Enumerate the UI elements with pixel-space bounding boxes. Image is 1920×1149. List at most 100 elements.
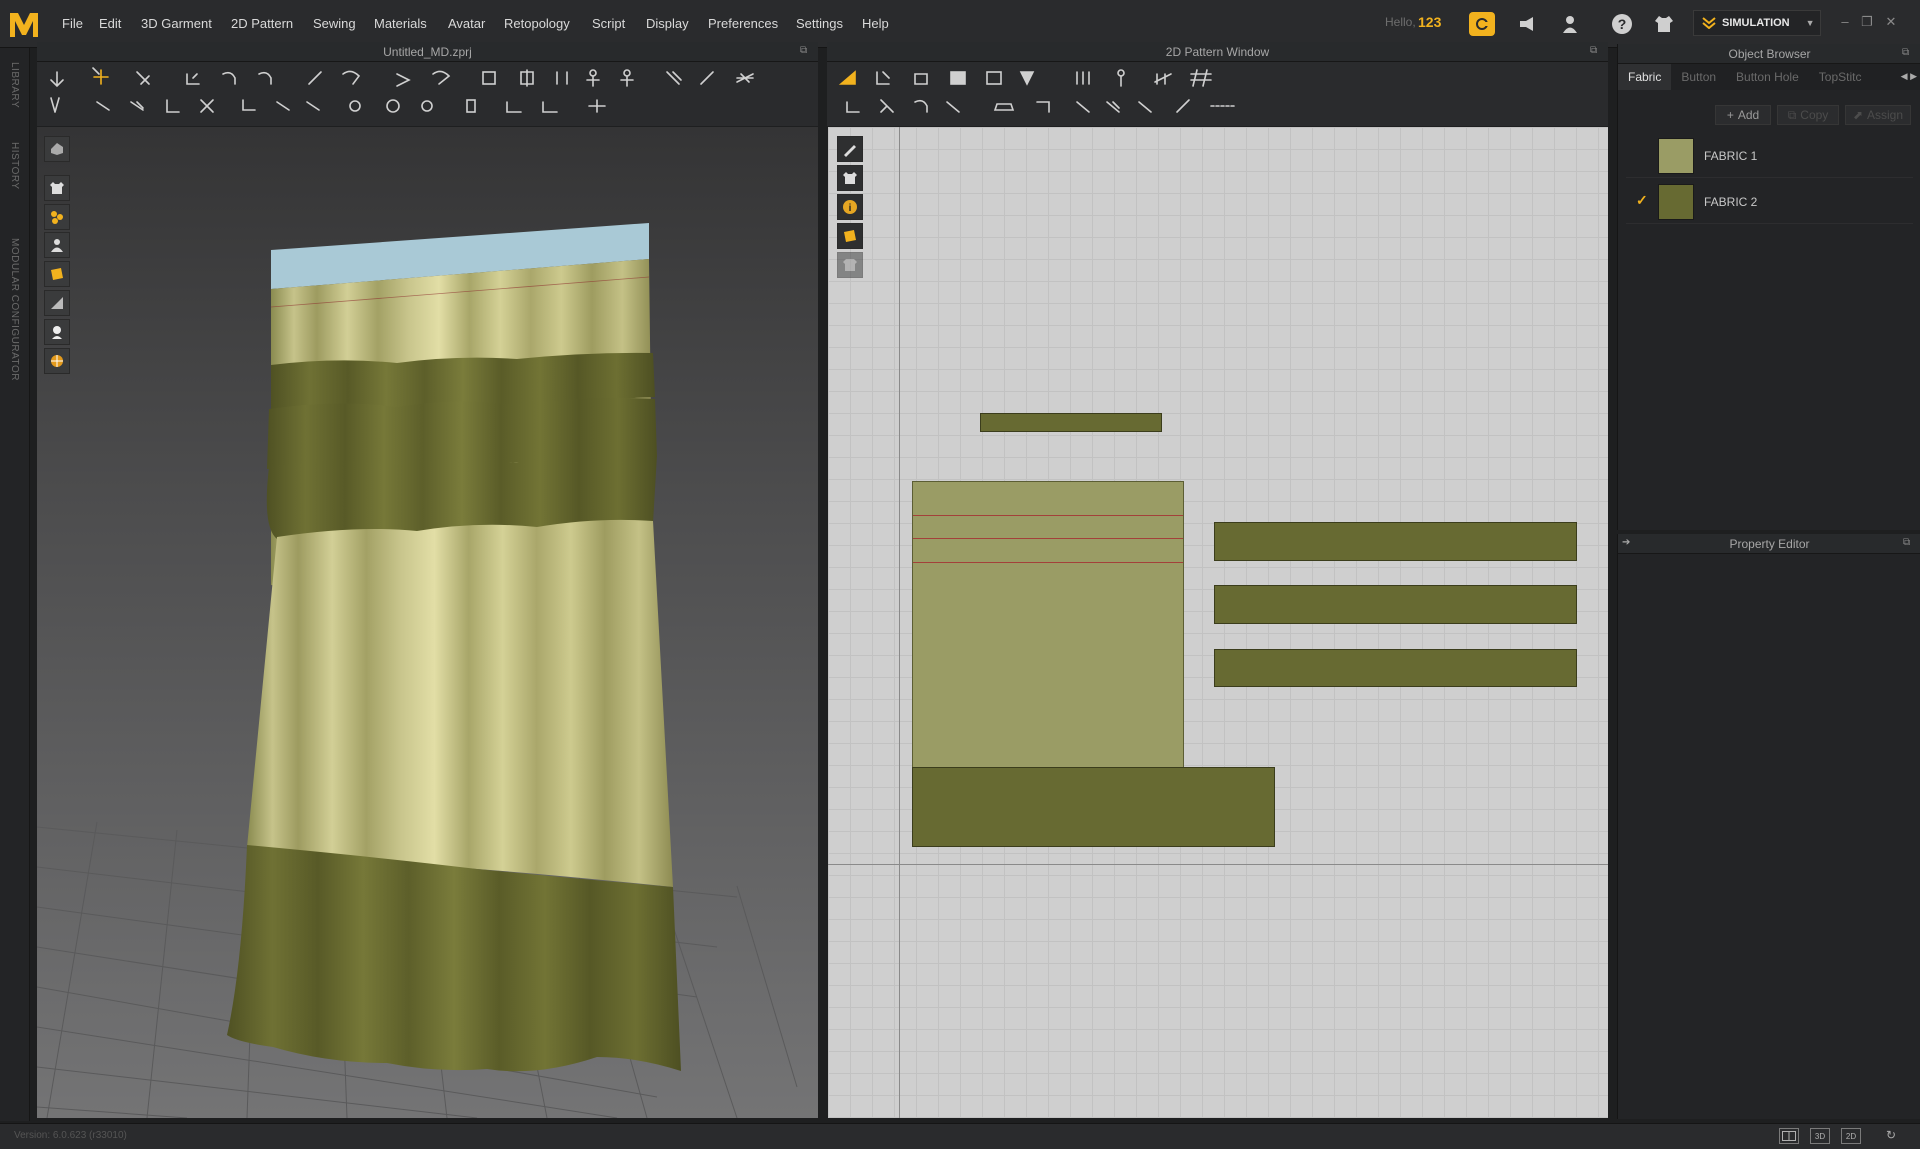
assign-fabric-button[interactable]: ⬈ Assign	[1845, 105, 1911, 125]
disabled-tool-icon	[837, 252, 863, 278]
announcement-icon[interactable]	[1515, 12, 1541, 36]
status-bar: Version: 6.0.623 (r33010) 3D 2D ↻	[0, 1123, 1920, 1149]
3d-toolbar-icons[interactable]	[37, 62, 818, 126]
pattern-piece-ruffle-2[interactable]	[1214, 585, 1577, 624]
popout-icon[interactable]: ⧉	[1590, 45, 1602, 57]
refresh-icon[interactable]: ↻	[1886, 1128, 1896, 1142]
app-logo	[6, 6, 42, 42]
2d-pattern-canvas[interactable]	[828, 127, 1608, 1118]
restore-icon[interactable]: ❐	[1858, 14, 1876, 32]
cloud-icon[interactable]	[1469, 12, 1495, 36]
2d-window-titlebar: 2D Pattern Window ⧉	[827, 42, 1608, 62]
user-icon[interactable]	[1557, 12, 1583, 36]
3d-scene[interactable]	[37, 127, 818, 1118]
popout-icon[interactable]: ⧉	[1902, 47, 1914, 59]
menu-display[interactable]: Display	[646, 16, 689, 31]
garment-display-icon[interactable]	[44, 175, 70, 201]
svg-text:i: i	[849, 203, 852, 214]
menu-file[interactable]: File	[62, 16, 83, 31]
fabric-swatch	[1658, 183, 1694, 220]
menu-avatar[interactable]: Avatar	[448, 16, 485, 31]
menu-3d-garment[interactable]: 3D Garment	[141, 16, 212, 31]
internal-line	[913, 515, 1183, 516]
copy-fabric-button[interactable]: ⧉ Copy	[1777, 105, 1839, 125]
3d-window-titlebar: Untitled_MD.zprj ⧉	[37, 42, 818, 62]
menu-retopology[interactable]: Retopology	[504, 16, 570, 31]
property-editor-panel: ➔ Property Editor ⧉	[1617, 534, 1920, 1119]
2d-toolbar	[827, 62, 1608, 126]
menu-materials[interactable]: Materials	[374, 16, 427, 31]
copy-icon: ⧉	[1787, 107, 1797, 122]
assign-icon: ⬈	[1852, 108, 1864, 122]
curtain-model[interactable]	[227, 223, 681, 1072]
internal-line	[913, 562, 1183, 563]
menu-2d-pattern[interactable]: 2D Pattern	[231, 16, 293, 31]
3d-toolbar	[37, 62, 818, 126]
minimize-icon[interactable]: –	[1836, 14, 1854, 32]
simulation-label: SIMULATION	[1722, 17, 1790, 29]
fabric-name: FABRIC 1	[1704, 148, 1758, 163]
side-tab-strip: LIBRARY HISTORY MODULAR CONFIGURATOR	[0, 48, 30, 1121]
help-icon[interactable]: ?	[1609, 12, 1635, 36]
view-mode-3d[interactable]: 3D	[1810, 1128, 1830, 1144]
tab-button[interactable]: Button	[1671, 64, 1726, 90]
tab-library[interactable]: LIBRARY	[9, 62, 20, 108]
pattern-piece-band[interactable]	[980, 413, 1162, 432]
object-browser-tabs: Fabric Button Button Hole TopStitc ◀ ▶	[1618, 64, 1920, 90]
garment-icon[interactable]	[1651, 12, 1677, 36]
tab-button-hole[interactable]: Button Hole	[1726, 64, 1809, 90]
tab-history[interactable]: HISTORY	[9, 142, 20, 190]
environment-globe-icon[interactable]	[44, 348, 70, 374]
pattern-piece-ruffle-1[interactable]	[1214, 522, 1577, 561]
fabric-list-item[interactable]: FABRIC 1	[1626, 134, 1913, 178]
pattern-piece-bottom-panel[interactable]	[912, 767, 1275, 847]
view-mode-2d[interactable]: 2D	[1841, 1128, 1861, 1144]
menu-script[interactable]: Script	[592, 16, 625, 31]
copy-button-label: Copy	[1800, 108, 1829, 122]
surface-icon[interactable]	[44, 290, 70, 316]
2d-toolbar-icons[interactable]	[827, 62, 1608, 126]
pattern-piece-ruffle-3[interactable]	[1214, 649, 1577, 687]
username[interactable]: 123	[1418, 14, 1441, 30]
checkmark-icon: ✓	[1636, 192, 1648, 208]
avatar-silhouette-icon[interactable]	[44, 319, 70, 345]
pattern-piece-main-panel[interactable]	[912, 481, 1184, 768]
pin-icon[interactable]: ➔	[1622, 537, 1630, 548]
fabric-list-item[interactable]: ✓ FABRIC 2	[1626, 180, 1913, 224]
popout-icon[interactable]: ⧉	[1903, 537, 1915, 549]
tab-scroll-arrows[interactable]: ◀ ▶	[1901, 71, 1917, 82]
close-icon[interactable]: ✕	[1882, 14, 1900, 32]
points-display-icon[interactable]	[44, 204, 70, 230]
vertical-axis-line	[899, 127, 900, 1118]
menu-settings[interactable]: Settings	[796, 16, 843, 31]
3d-viewport[interactable]	[37, 127, 818, 1118]
info-icon[interactable]: i	[837, 194, 863, 220]
tab-topstitch[interactable]: TopStitc	[1809, 64, 1865, 90]
avatar-display-icon[interactable]	[44, 232, 70, 258]
menu-preferences[interactable]: Preferences	[708, 16, 778, 31]
chevron-down-icon: ▼	[1805, 18, 1815, 28]
pen-icon[interactable]	[837, 136, 863, 162]
menu-sewing[interactable]: Sewing	[313, 16, 356, 31]
object-browser-panel: Object Browser ⧉ Fabric Button Button Ho…	[1617, 44, 1920, 530]
object-browser-title: Object Browser	[1728, 46, 1811, 61]
hello-label: Hello,	[1385, 15, 1416, 29]
add-fabric-button[interactable]: + Add	[1715, 105, 1771, 125]
internal-line	[913, 538, 1183, 539]
view-cube-icon[interactable]	[44, 136, 70, 162]
simulation-mode-button[interactable]: SIMULATION ▼	[1693, 10, 1821, 36]
menu-edit[interactable]: Edit	[99, 16, 121, 31]
tab-fabric[interactable]: Fabric	[1618, 64, 1672, 90]
garment-display-icon[interactable]	[837, 165, 863, 191]
view-mode-split-icon[interactable]	[1779, 1128, 1799, 1144]
popout-icon[interactable]: ⧉	[800, 45, 812, 57]
object-browser-titlebar: Object Browser ⧉	[1618, 44, 1920, 64]
menu-help[interactable]: Help	[862, 16, 889, 31]
property-editor-title: Property Editor	[1729, 536, 1810, 551]
tab-modular-configurator[interactable]: MODULAR CONFIGURATOR	[9, 238, 20, 381]
fabric-texture-icon[interactable]	[837, 223, 863, 249]
fabric-swatch	[1658, 137, 1694, 174]
fabric-name: FABRIC 2	[1704, 194, 1758, 209]
fabric-texture-icon[interactable]	[44, 261, 70, 287]
horizontal-axis-line	[828, 864, 1608, 865]
